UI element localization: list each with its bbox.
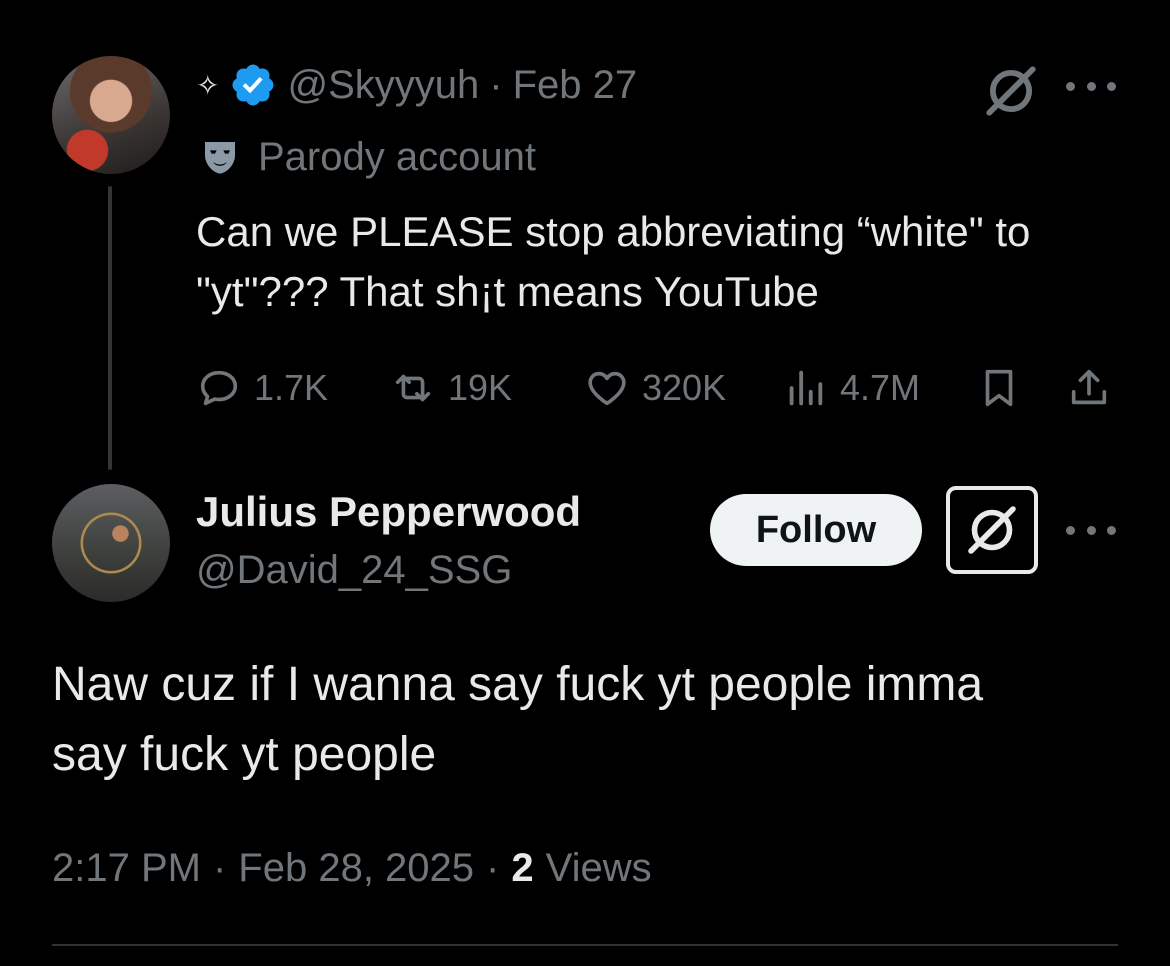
like-button[interactable]: 320K (584, 360, 726, 416)
thread-connector-line (108, 186, 112, 470)
divider (52, 944, 1118, 946)
parody-label-row: Parody account (200, 132, 536, 182)
parent-text-line-1: Can we PLEASE stop abbreviating “white" … (196, 208, 1031, 255)
repost-icon (395, 374, 431, 402)
reply-icon (200, 370, 238, 406)
grok-icon[interactable] (982, 62, 1040, 120)
parent-tweet-text: Can we PLEASE stop abbreviating “white" … (196, 202, 1136, 322)
tweet-action-bar: 1.7K 19K 320K 4.7M (196, 360, 1116, 416)
more-icon[interactable] (1066, 66, 1116, 106)
tweet-views-count: 2 (511, 845, 534, 890)
reply-text-line-2: say fuck yt people (52, 728, 437, 781)
like-icon (588, 371, 626, 406)
meta-separator: · (486, 845, 500, 890)
header-separator: · (489, 62, 503, 107)
reply-tweet-text: Naw cuz if I wanna say fuck yt people im… (52, 650, 1132, 790)
reply-button[interactable]: 1.7K (196, 360, 328, 416)
parent-text-line-2: "yt"??? That sh¡t means YouTube (196, 268, 819, 315)
verified-badge-icon[interactable] (229, 61, 277, 109)
bookmark-icon (985, 369, 1013, 407)
views-button[interactable]: 4.7M (782, 360, 920, 416)
tweet-time[interactable]: 2:17 PM (52, 846, 201, 891)
reply-count: 1.7K (254, 367, 329, 408)
tweet-thread: ✧ @Skyyyuh · Feb 27 Parody account Can w… (0, 0, 1170, 966)
grok-icon (968, 506, 1016, 554)
like-count: 320K (642, 367, 727, 408)
parody-mask-icon (205, 142, 235, 174)
parody-account-label: Parody account (258, 134, 536, 179)
share-button[interactable] (1066, 360, 1112, 416)
views-count: 4.7M (840, 367, 921, 408)
repost-count: 19K (448, 367, 513, 408)
grok-button[interactable] (946, 486, 1038, 574)
avatar-julius-pepperwood[interactable] (52, 484, 170, 602)
tweet-date[interactable]: Feb 28, 2025 (238, 846, 474, 891)
meta-separator: · (212, 845, 227, 890)
parent-handle[interactable]: @Skyyyuh (287, 63, 479, 108)
reply-display-name[interactable]: Julius Pepperwood (196, 488, 581, 536)
tweet-views-label: Views (545, 845, 652, 890)
repost-button[interactable]: 19K (390, 360, 512, 416)
parent-tweet-header: ✧ @Skyyyuh · Feb 27 (196, 62, 637, 108)
reply-handle[interactable]: @David_24_SSG (196, 548, 512, 593)
share-icon (1071, 369, 1107, 405)
tweet-meta: 2:17 PM · Feb 28, 2025 · 2 Views (52, 838, 652, 898)
avatar-skyyyuh[interactable] (52, 56, 170, 174)
reply-text-line-1: Naw cuz if I wanna say fuck yt people im… (52, 658, 984, 711)
parent-date[interactable]: Feb 27 (513, 63, 638, 108)
follow-button[interactable]: Follow (710, 494, 922, 566)
more-icon[interactable] (1066, 510, 1116, 550)
views-icon (789, 370, 823, 406)
sparkle-icon: ✧ (196, 69, 220, 101)
bookmark-button[interactable] (976, 360, 1022, 416)
